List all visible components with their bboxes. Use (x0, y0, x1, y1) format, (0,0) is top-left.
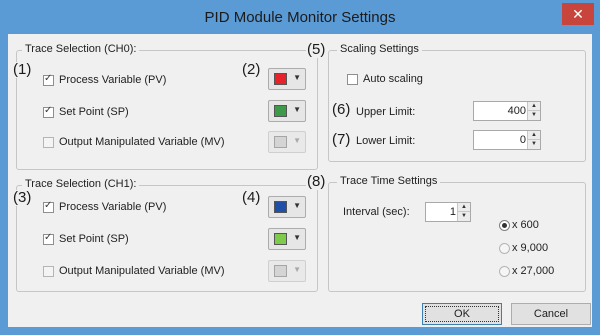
callout-8: (8) (306, 173, 327, 190)
chevron-down-icon: ▼ (293, 73, 301, 82)
scaling-settings-legend: Scaling Settings (337, 43, 422, 55)
spin-up-icon[interactable]: ▲ (458, 203, 470, 212)
ch1-mv-checkbox[interactable] (43, 266, 54, 277)
callout-1: (1) (12, 61, 33, 78)
ch1-mv-color-button[interactable]: ▼ (268, 260, 306, 282)
ch1-sp-checkbox[interactable] (43, 232, 54, 245)
chevron-down-icon: ▼ (293, 105, 301, 114)
spin-down-icon[interactable]: ▼ (528, 111, 540, 120)
lower-limit-value: 0 (519, 134, 526, 146)
ch1-mv-label: Output Manipulated Variable (MV) (59, 265, 225, 277)
callout-7: (7) (331, 131, 352, 148)
callout-3: (3) (12, 189, 33, 206)
callout-2: (2) (241, 61, 262, 78)
ch1-sp-color-swatch (274, 233, 287, 245)
spin-up-icon[interactable]: ▲ (528, 131, 540, 140)
interval-multiplier-27000-radio[interactable] (499, 266, 510, 277)
interval-multiplier-9000-radio[interactable] (499, 243, 510, 254)
ch0-pv-color-button[interactable]: ▼ (268, 68, 306, 90)
ch0-pv-checkbox[interactable] (43, 73, 54, 86)
lower-limit-label: Lower Limit: (356, 135, 416, 147)
ch0-sp-checkbox[interactable] (43, 105, 54, 118)
upper-limit-spin-buttons: ▲ ▼ (527, 102, 540, 120)
pid-monitor-settings-dialog: PID Module Monitor Settings ✕ Trace Sele… (0, 0, 600, 335)
interval-multiplier-600-radio[interactable] (499, 220, 510, 231)
spin-down-icon[interactable]: ▼ (528, 140, 540, 149)
trace-selection-ch1-legend: Trace Selection (CH1): (22, 178, 140, 190)
trace-selection-ch0-legend: Trace Selection (CH0): (22, 43, 140, 55)
close-button[interactable]: ✕ (562, 3, 594, 25)
lower-limit-spin-buttons: ▲ ▼ (527, 131, 540, 149)
callout-4: (4) (241, 189, 262, 206)
cancel-button[interactable]: Cancel (511, 303, 591, 325)
cancel-button-label: Cancel (533, 308, 569, 320)
interval-spin-buttons: ▲ ▼ (457, 203, 470, 221)
ch0-sp-color-button[interactable]: ▼ (268, 100, 306, 122)
interval-label: Interval (sec): (343, 206, 410, 218)
interval-multiplier-9000-label: x 9,000 (512, 242, 549, 254)
ch1-mv-color-swatch (274, 265, 287, 277)
ch0-sp-color-swatch (274, 105, 287, 117)
close-icon: ✕ (572, 6, 584, 22)
interval-value: 1 (449, 206, 456, 218)
interval-multiplier-600-label: x 600 (512, 219, 539, 231)
lower-limit-spinner[interactable]: 0 ▲ ▼ (473, 130, 541, 150)
window-title: PID Module Monitor Settings (204, 9, 396, 26)
spin-up-icon[interactable]: ▲ (528, 102, 540, 111)
ch1-pv-color-swatch (274, 201, 287, 213)
ch1-pv-checkbox[interactable] (43, 200, 54, 213)
callout-6: (6) (331, 101, 352, 118)
ch0-pv-color-swatch (274, 73, 287, 85)
dialog-body: Trace Selection (CH0): (1) (2) Process V… (8, 34, 592, 327)
upper-limit-label: Upper Limit: (356, 106, 416, 118)
focus-ring (425, 306, 499, 322)
ch0-mv-color-swatch (274, 136, 287, 148)
ch0-mv-label: Output Manipulated Variable (MV) (59, 136, 225, 148)
ch0-mv-checkbox[interactable] (43, 137, 54, 148)
title-bar: PID Module Monitor Settings ✕ (0, 0, 600, 34)
chevron-down-icon: ▼ (293, 265, 301, 274)
ch0-mv-color-button[interactable]: ▼ (268, 131, 306, 153)
chevron-down-icon: ▼ (293, 136, 301, 145)
callout-5: (5) (306, 41, 327, 58)
chevron-down-icon: ▼ (293, 201, 301, 210)
chevron-down-icon: ▼ (293, 233, 301, 242)
ok-button[interactable]: OK (422, 303, 502, 325)
interval-spinner[interactable]: 1 ▲ ▼ (425, 202, 471, 222)
trace-time-settings-legend: Trace Time Settings (337, 175, 441, 187)
ch0-pv-label: Process Variable (PV) (59, 74, 167, 86)
ch1-sp-color-button[interactable]: ▼ (268, 228, 306, 250)
upper-limit-value: 400 (507, 105, 526, 117)
ch0-sp-label: Set Point (SP) (59, 106, 129, 118)
auto-scaling-label: Auto scaling (363, 73, 423, 85)
interval-multiplier-27000-label: x 27,000 (512, 265, 555, 277)
upper-limit-spinner[interactable]: 400 ▲ ▼ (473, 101, 541, 121)
auto-scaling-checkbox[interactable] (347, 74, 358, 85)
ch1-pv-color-button[interactable]: ▼ (268, 196, 306, 218)
spin-down-icon[interactable]: ▼ (458, 212, 470, 221)
ch1-sp-label: Set Point (SP) (59, 233, 129, 245)
ch1-pv-label: Process Variable (PV) (59, 201, 167, 213)
